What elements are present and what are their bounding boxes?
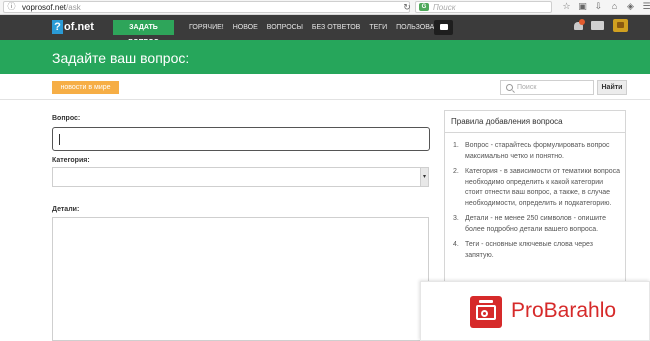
rule-number: 4. xyxy=(453,241,459,248)
rule-item: 1. Вопрос - старайтесь формулировать вопр… xyxy=(453,141,621,162)
shield-icon[interactable]: ◈ xyxy=(626,2,635,11)
folder-icon xyxy=(440,24,448,30)
page-title: Задайте ваш вопрос: xyxy=(52,50,190,66)
nav-item-hot[interactable]: ГОРЯЧИЕ! xyxy=(189,20,224,35)
notification-icon[interactable] xyxy=(573,19,585,31)
browser-toolbar-icons: ☆ ▣ ⇩ ⌂ ◈ ☰ xyxy=(562,2,650,11)
rule-item: 2. Категория - в зависимости от тематики … xyxy=(453,167,621,209)
star-icon[interactable]: ☆ xyxy=(562,2,571,11)
news-button[interactable]: новости в мире xyxy=(52,81,119,94)
browser-toolbar: ⓘ voprosof.net/ask ↻ G Поиск ☆ ▣ ⇩ ⌂ ◈ ☰ xyxy=(0,0,650,15)
text-caret xyxy=(59,134,60,145)
nav-item-questions[interactable]: ВОПРОСЫ xyxy=(267,20,303,35)
rule-text: Категория - в зависимости от тематики во… xyxy=(465,168,621,207)
site-header: ? of.net ЗАДАТЬ ВОПРОС ГОРЯЧИЕ! НОВОЕ ВО… xyxy=(0,15,650,46)
category-select[interactable]: ▾ xyxy=(52,167,429,187)
chevron-down-icon[interactable]: ▾ xyxy=(420,168,428,186)
info-icon[interactable]: ⓘ xyxy=(7,2,16,12)
category-label: Категория: xyxy=(52,157,90,164)
site-search-placeholder: Поиск xyxy=(517,84,537,91)
nav-item-tags[interactable]: ТЕГИ xyxy=(369,20,387,35)
reload-icon[interactable]: ↻ xyxy=(402,2,412,13)
question-input[interactable] xyxy=(52,127,430,151)
sub-bar: новости в мире Поиск Найти xyxy=(0,74,650,100)
title-band: Задайте ваш вопрос: xyxy=(0,40,650,74)
browser-search-placeholder: Поиск xyxy=(433,3,456,12)
appliance-knob xyxy=(481,310,488,317)
url-text: voprosof.net/ask xyxy=(22,2,81,13)
search-engine-icon[interactable]: G xyxy=(419,3,429,11)
rule-text: Детали - не менее 250 символов - опишите… xyxy=(465,215,607,233)
browser-search-box[interactable]: G Поиск xyxy=(415,1,552,13)
ad-brand-text: ProBarahlo xyxy=(511,299,617,322)
nav-item-unanswered[interactable]: БЕЗ ОТВЕТОВ xyxy=(312,20,360,35)
rule-text: Вопрос - старайтесь формулировать вопрос… xyxy=(465,142,610,160)
rules-title: Правила добавления вопроса xyxy=(445,111,625,133)
rule-number: 3. xyxy=(453,215,459,222)
details-label: Детали: xyxy=(52,206,80,213)
notification-badge xyxy=(579,19,585,25)
user-avatar[interactable] xyxy=(613,19,628,32)
rule-item: 3. Детали - не менее 250 символов - опиши… xyxy=(453,214,621,235)
menu-icon[interactable]: ☰ xyxy=(642,2,650,11)
home-icon[interactable]: ⌂ xyxy=(610,2,619,11)
search-icon xyxy=(506,84,513,91)
ask-question-button[interactable]: ЗАДАТЬ ВОПРОС xyxy=(113,20,174,46)
address-bar[interactable]: ⓘ voprosof.net/ask ↻ xyxy=(3,1,412,13)
rule-item: 4. Теги - основные ключевые слова через з… xyxy=(453,240,621,261)
rule-text: Теги - основные ключевые слова через зап… xyxy=(465,241,593,259)
site-logo[interactable]: ? of.net xyxy=(52,19,94,35)
logo-mark: ? xyxy=(52,20,63,34)
appliance-handle xyxy=(479,300,493,303)
nav-item-new[interactable]: НОВОЕ xyxy=(233,20,258,35)
folder-button[interactable] xyxy=(434,20,453,35)
appliance-icon xyxy=(470,296,502,328)
rule-number: 2. xyxy=(453,168,459,175)
main-nav: ГОРЯЧИЕ! НОВОЕ ВОПРОСЫ БЕЗ ОТВЕТОВ ТЕГИ … xyxy=(189,20,461,35)
question-label: Вопрос: xyxy=(52,115,81,122)
clipboard-icon[interactable]: ▣ xyxy=(578,2,587,11)
url-path: /ask xyxy=(66,3,81,12)
site-search-input[interactable]: Поиск xyxy=(500,80,594,95)
rules-list: 1. Вопрос - старайтесь формулировать вопр… xyxy=(453,141,621,266)
logo-text: of.net xyxy=(64,21,94,33)
mail-icon[interactable] xyxy=(591,21,604,30)
download-icon[interactable]: ⇩ xyxy=(594,2,603,11)
probarahlo-ad[interactable]: ProBarahlo xyxy=(420,281,650,341)
details-textarea[interactable] xyxy=(52,217,429,341)
find-button[interactable]: Найти xyxy=(597,80,627,95)
url-host: voprosof.net xyxy=(22,3,67,12)
rule-number: 1. xyxy=(453,142,459,149)
